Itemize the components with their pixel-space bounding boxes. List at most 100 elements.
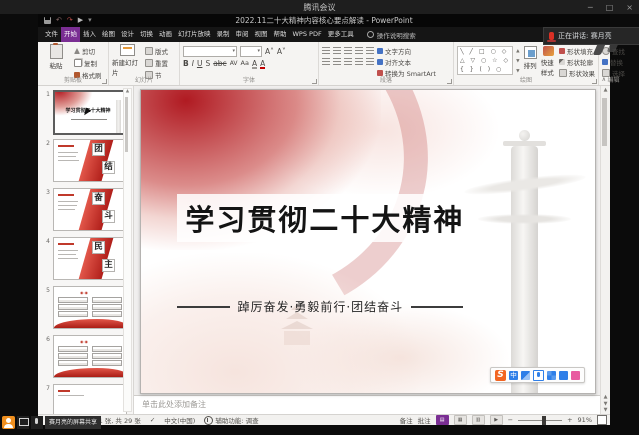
ime-keyboard-icon[interactable] [547, 371, 556, 380]
slideshow-button[interactable]: ▶ [490, 415, 503, 425]
tab-transitions[interactable]: 切换 [137, 27, 156, 42]
font-dialog-launcher[interactable] [312, 79, 317, 84]
start-presentation-icon[interactable]: ▶ [78, 14, 83, 27]
text-direction-button[interactable]: 文字方向 [377, 46, 436, 56]
font-size-combobox[interactable] [240, 46, 262, 57]
ime-toolbox-icon[interactable] [559, 371, 568, 380]
align-right-icon[interactable] [344, 58, 352, 66]
text-highlight-button[interactable]: A [252, 60, 257, 68]
slide-title-box[interactable]: 学习贯彻二十大精神 [177, 194, 463, 242]
normal-view-button[interactable]: ▤ [436, 415, 449, 425]
ime-language-icon[interactable]: 中 [509, 371, 518, 380]
slide-subtitle-box[interactable]: 踔厉奋发·勇毅前行·团结奋斗 [177, 298, 463, 315]
tab-view[interactable]: 视图 [252, 27, 271, 42]
customize-qat-icon[interactable]: ▾ [88, 14, 92, 27]
tab-design[interactable]: 设计 [118, 27, 137, 42]
tell-me-search[interactable]: 操作说明搜索 [367, 30, 416, 40]
ime-skin-icon[interactable] [571, 371, 580, 380]
spellcheck-icon[interactable]: ✓ [150, 416, 155, 424]
quick-styles-button[interactable]: 快速样式 [541, 44, 556, 77]
sogou-logo-icon[interactable]: S [495, 370, 506, 381]
redo-icon[interactable]: ↷ [67, 14, 73, 27]
change-case-button[interactable]: Aa [241, 59, 249, 68]
thumbnail-slide-5[interactable]: ◉◉ [53, 286, 127, 329]
zoom-level[interactable]: 91% [578, 416, 592, 424]
thumbnail-slide-4[interactable]: 民 主 [53, 237, 127, 280]
underline-button[interactable]: U [197, 59, 203, 68]
thumbnail-scrollbar[interactable]: ▲ [123, 88, 132, 412]
zoom-out-button[interactable]: − [508, 416, 513, 424]
zoom-in-button[interactable]: + [567, 416, 572, 424]
character-spacing-button[interactable]: AV [230, 59, 238, 68]
meeting-maximize-button[interactable]: □ [606, 3, 614, 12]
thumbnail-slide-1[interactable]: 学习贯彻二十大精神 [53, 90, 129, 135]
previous-slide-icon[interactable]: ▲ [601, 394, 610, 400]
share-mic-icon[interactable] [31, 416, 43, 429]
tab-insert[interactable]: 插入 [80, 27, 99, 42]
font-name-combobox[interactable] [183, 46, 237, 57]
cut-button[interactable]: 剪切 [74, 46, 102, 56]
meeting-close-button[interactable]: × [626, 3, 633, 12]
columns-icon[interactable] [366, 58, 374, 66]
justify-icon[interactable] [355, 58, 363, 66]
zoom-slider[interactable] [518, 420, 562, 421]
shapes-gallery[interactable]: ╲ ╱ □ ○ ◇ △ ▽ ○ ☆ ◇ { } ( ) ○ [457, 46, 513, 75]
notes-pane[interactable]: 单击此处添加备注 [134, 395, 600, 414]
copy-button[interactable]: 复制 [74, 58, 102, 68]
italic-button[interactable]: I [192, 59, 194, 68]
bold-button[interactable]: B [183, 59, 189, 68]
scroll-down-icon[interactable]: ▼ [601, 407, 610, 413]
scroll-up-icon[interactable]: ▲ [124, 89, 131, 94]
save-icon[interactable] [44, 17, 51, 24]
reset-button[interactable]: 重置 [145, 58, 168, 68]
tab-slideshow[interactable]: 幻灯片放映 [175, 27, 214, 42]
tab-help[interactable]: 帮助 [271, 27, 290, 42]
reading-view-button[interactable]: ▥ [472, 415, 485, 425]
line-spacing-icon[interactable] [366, 47, 374, 55]
slide-canvas[interactable]: 学习贯彻二十大精神 踔厉奋发·勇毅前行·团结奋斗 S 中 [140, 89, 596, 394]
undo-icon[interactable]: ↶ [56, 14, 62, 27]
new-slide-button[interactable]: 新建幻灯片 [112, 44, 142, 77]
thumbnail-slide-3[interactable]: 奋 斗 [53, 188, 127, 231]
shapes-gallery-scroll[interactable]: ▲▼▼ [516, 46, 519, 77]
vertical-scrollbar[interactable]: ▲ ▲ ▼ ▼ [600, 86, 610, 414]
thumbnail-slide-6[interactable]: ◉◉ [53, 335, 127, 378]
thumbnail-slide-2[interactable]: 团 结 [53, 139, 127, 182]
comments-toggle-button[interactable]: 批注 [418, 415, 431, 425]
clipboard-dialog-launcher[interactable] [102, 79, 107, 84]
accessibility-status[interactable]: 辅助功能: 调查 [204, 415, 258, 425]
increase-indent-icon[interactable] [355, 47, 363, 55]
tab-file[interactable]: 文件 [42, 27, 61, 42]
numbering-icon[interactable] [333, 47, 341, 55]
grow-font-button[interactable]: A˄ [265, 47, 274, 56]
shape-outline-button[interactable]: 形状轮廓 [559, 57, 595, 67]
tab-wps-pdf[interactable]: WPS PDF [290, 27, 325, 42]
text-shadow-button[interactable]: S [205, 59, 210, 68]
paragraph-dialog-launcher[interactable] [447, 79, 452, 84]
align-center-icon[interactable] [333, 58, 341, 66]
shrink-font-button[interactable]: A˅ [277, 47, 286, 56]
tab-home[interactable]: 开始 [61, 27, 80, 42]
meeting-minimize-button[interactable]: ─ [588, 3, 593, 12]
arrange-button[interactable]: 排列 [523, 44, 538, 77]
replace-button[interactable]: 替换 [602, 57, 625, 67]
tab-review[interactable]: 审阅 [233, 27, 252, 42]
notes-toggle-button[interactable]: 备注 [400, 415, 413, 425]
collapse-ribbon-button[interactable]: ∧ [602, 76, 606, 83]
layout-button[interactable]: 版式 [145, 46, 168, 56]
tab-draw[interactable]: 绘图 [99, 27, 118, 42]
font-color-button[interactable]: A [260, 60, 265, 68]
fit-slide-to-window-button[interactable] [597, 415, 607, 425]
decrease-indent-icon[interactable] [344, 47, 352, 55]
tab-more-tools[interactable]: 更多工具 [325, 27, 357, 42]
thumbnail-slide-7[interactable] [53, 384, 127, 414]
paste-button[interactable]: 粘贴 [41, 44, 71, 77]
screen-share-icon[interactable] [17, 416, 29, 429]
tab-animations[interactable]: 动画 [156, 27, 175, 42]
scroll-up-icon[interactable]: ▲ [601, 87, 610, 93]
shape-fill-button[interactable]: 形状填充 [559, 46, 595, 56]
align-text-button[interactable]: 对齐文本 [377, 57, 436, 67]
bullets-icon[interactable] [322, 47, 330, 55]
strikethrough-button[interactable]: abc [213, 59, 226, 68]
align-left-icon[interactable] [322, 58, 330, 66]
